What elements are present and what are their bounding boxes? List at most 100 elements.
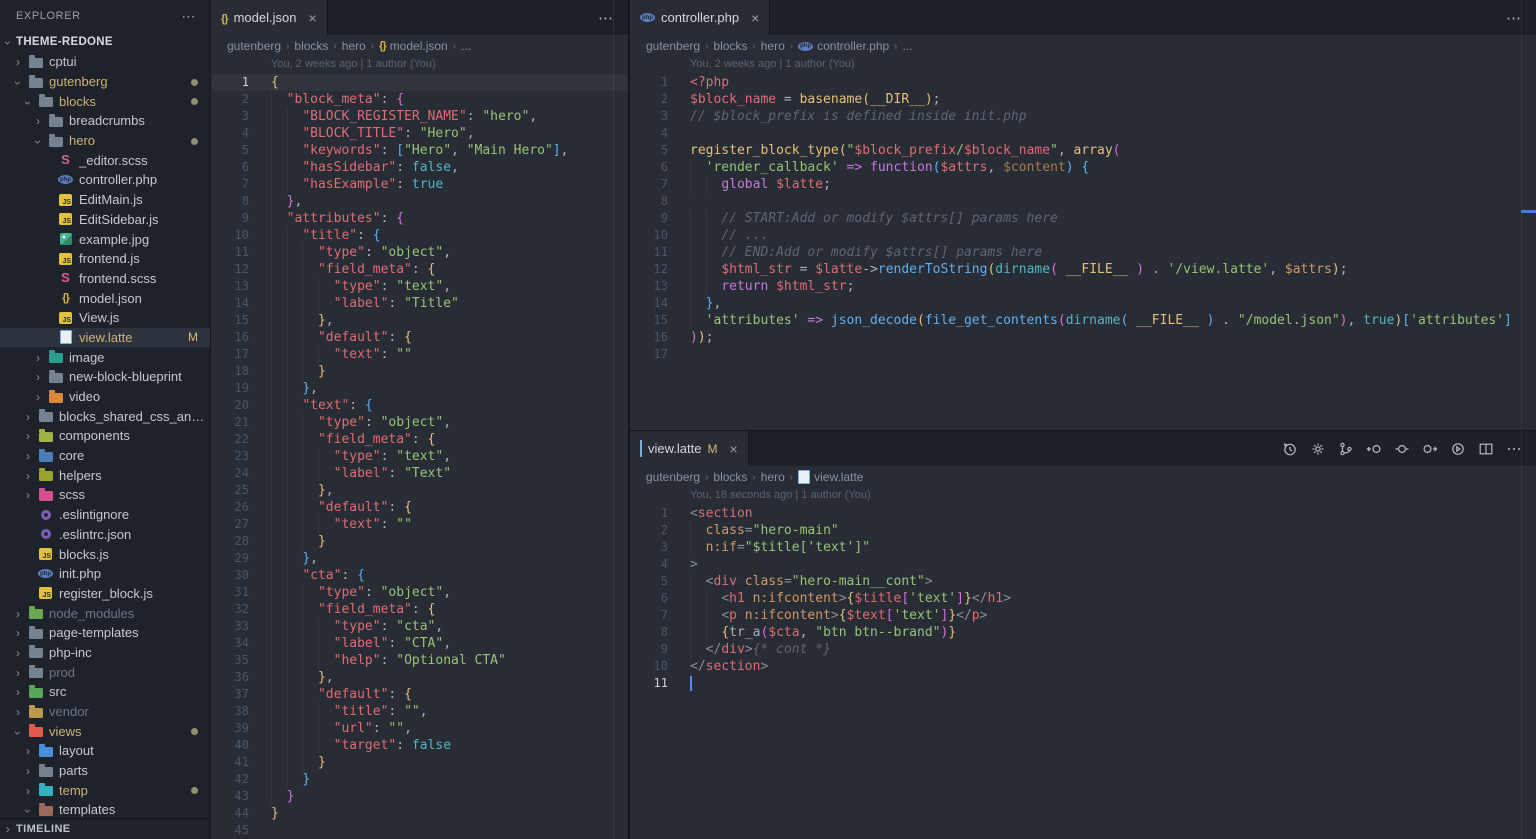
tree-item-editmain-js[interactable]: JSEditMain.js: [0, 190, 210, 210]
code-editor[interactable]: You, 18 seconds ago | 1 author (You)1<se…: [630, 488, 1536, 839]
line-number: 41: [211, 754, 249, 771]
tab-view-latte[interactable]: view.latteM×: [630, 431, 749, 466]
code-token: "type": [318, 245, 365, 260]
tree-item-view-js[interactable]: JSView.js: [0, 308, 210, 328]
tree-item-scss[interactable]: ›scss: [0, 485, 210, 505]
history-icon[interactable]: [1282, 441, 1298, 457]
code-token: h1: [729, 591, 745, 606]
tree-item-blocks[interactable]: ›blocks: [0, 91, 210, 111]
explorer-more-actions-icon[interactable]: ⋯: [181, 8, 196, 25]
tree-item-parts[interactable]: ›parts: [0, 761, 210, 781]
tree-item-core[interactable]: ›core: [0, 446, 210, 466]
indent-guide: [271, 329, 272, 346]
tree-item-cptui[interactable]: ›cptui: [0, 52, 210, 72]
tree-item-page-templates[interactable]: ›page-templates: [0, 623, 210, 643]
tree-item-components[interactable]: ›components: [0, 426, 210, 446]
indent-guide: [690, 159, 691, 176]
split-editor-icon[interactable]: [1478, 441, 1494, 457]
tree-item-src[interactable]: ›src: [0, 682, 210, 702]
previous-change-icon[interactable]: [1366, 441, 1382, 457]
code-line: 43 }: [211, 788, 628, 805]
tree-item--editor-scss[interactable]: S_editor.scss: [0, 150, 210, 170]
breadcrumb-item[interactable]: hero: [761, 470, 785, 484]
tree-item-vendor[interactable]: ›vendor: [0, 702, 210, 722]
breadcrumb-item[interactable]: view.latte: [798, 470, 863, 484]
tree-item-view-latte[interactable]: view.latteM: [0, 328, 210, 348]
tree-item-image[interactable]: ›image: [0, 347, 210, 367]
code-editor[interactable]: You, 2 weeks ago | 1 author (You)1<?php2…: [630, 57, 1536, 430]
breadcrumb-item[interactable]: blocks: [713, 470, 747, 484]
close-tab-icon[interactable]: ×: [729, 441, 737, 457]
tree-item--eslintrc-json[interactable]: .eslintrc.json: [0, 525, 210, 545]
code-token: }: [318, 534, 326, 549]
more-actions-icon[interactable]: [1506, 441, 1522, 457]
tree-item-video[interactable]: ›video: [0, 387, 210, 407]
overview-ruler[interactable]: [613, 0, 614, 839]
line-number: 44: [211, 805, 249, 822]
tree-item-breadcrumbs[interactable]: ›breadcrumbs: [0, 111, 210, 131]
more-actions-icon[interactable]: ⋯: [1506, 9, 1522, 27]
overview-ruler[interactable]: [1521, 431, 1522, 839]
more-actions-icon[interactable]: ⋯: [598, 9, 614, 27]
tree-item-views[interactable]: ›views: [0, 721, 210, 741]
open-changes-icon[interactable]: [1450, 441, 1466, 457]
chevron-down-icon: ›: [0, 35, 16, 49]
close-tab-icon[interactable]: ×: [751, 10, 759, 26]
gear-icon[interactable]: [1310, 441, 1326, 457]
tree-item-controller-php[interactable]: phpcontroller.php: [0, 170, 210, 190]
code-token: ,: [561, 143, 569, 158]
breadcrumb-item[interactable]: hero: [342, 39, 366, 53]
tree-item-templates[interactable]: ›templates: [0, 800, 210, 818]
code-token: "object": [381, 415, 444, 430]
tree-item--eslintignore[interactable]: .eslintignore: [0, 505, 210, 525]
indent-guide: [287, 482, 288, 499]
breadcrumb-item[interactable]: gutenberg: [646, 470, 700, 484]
tab-model-json[interactable]: {}model.json×: [211, 0, 328, 35]
code-token: {* cont *}: [753, 642, 831, 657]
timeline-section[interactable]: › TIMELINE: [0, 818, 210, 839]
tree-item-frontend-scss[interactable]: Sfrontend.scss: [0, 269, 210, 289]
tree-item-model-json[interactable]: {}model.json: [0, 288, 210, 308]
tree-item-prod[interactable]: ›prod: [0, 662, 210, 682]
breadcrumb-item[interactable]: gutenberg: [227, 39, 281, 53]
close-tab-icon[interactable]: ×: [308, 10, 316, 26]
tree-item-gutenberg[interactable]: ›gutenberg: [0, 72, 210, 92]
source-control-graph-icon[interactable]: [1338, 441, 1354, 457]
tree-item-example-jpg[interactable]: example.jpg: [0, 229, 210, 249]
tab-controller-php[interactable]: phpcontroller.php×: [630, 0, 770, 35]
code-token: ]: [553, 143, 561, 158]
breadcrumb-item[interactable]: phpcontroller.php: [798, 39, 889, 53]
js-file-icon: JS: [59, 213, 72, 225]
tree-item-php-inc[interactable]: ›php-inc: [0, 643, 210, 663]
tree-item-editsidebar-js[interactable]: JSEditSidebar.js: [0, 210, 210, 230]
tree-item-blocks-shared-css-and-js[interactable]: ›blocks_shared_css_and_js: [0, 406, 210, 426]
tree-item-hero[interactable]: ›hero: [0, 131, 210, 151]
breadcrumb-item[interactable]: blocks: [294, 39, 328, 53]
breadcrumb-item[interactable]: blocks: [713, 39, 747, 53]
tree-item-layout[interactable]: ›layout: [0, 741, 210, 761]
line-number: 1: [211, 74, 249, 91]
tree-item-blocks-js[interactable]: JSblocks.js: [0, 544, 210, 564]
workspace-root-item[interactable]: › THEME-REDONE: [0, 32, 210, 51]
overview-ruler[interactable]: [1521, 0, 1522, 430]
code-token: ): [698, 330, 706, 345]
tree-item-init-php[interactable]: phpinit.php: [0, 564, 210, 584]
tree-item-node-modules[interactable]: ›node_modules: [0, 603, 210, 623]
indent-guide: [318, 720, 319, 737]
breadcrumb-item[interactable]: hero: [761, 39, 785, 53]
breadcrumb-item[interactable]: gutenberg: [646, 39, 700, 53]
code-editor[interactable]: You, 2 weeks ago | 1 author (You)1{2 "bl…: [211, 57, 628, 839]
breadcrumb-item[interactable]: ...: [903, 39, 913, 53]
tree-item-temp[interactable]: ›temp: [0, 780, 210, 800]
compare-changes-icon[interactable]: [1394, 441, 1410, 457]
tree-item-frontend-js[interactable]: JSfrontend.js: [0, 249, 210, 269]
breadcrumb-item[interactable]: {}model.json: [379, 39, 448, 53]
tree-item-helpers[interactable]: ›helpers: [0, 465, 210, 485]
line-content: }: [249, 771, 310, 788]
breadcrumb-separator-icon: ›: [894, 41, 897, 52]
code-token: >: [745, 642, 753, 657]
breadcrumb-item[interactable]: ...: [461, 39, 471, 53]
tree-item-new-block-blueprint[interactable]: ›new-block-blueprint: [0, 367, 210, 387]
tree-item-register-block-js[interactable]: JSregister_block.js: [0, 584, 210, 604]
next-change-icon[interactable]: [1422, 441, 1438, 457]
